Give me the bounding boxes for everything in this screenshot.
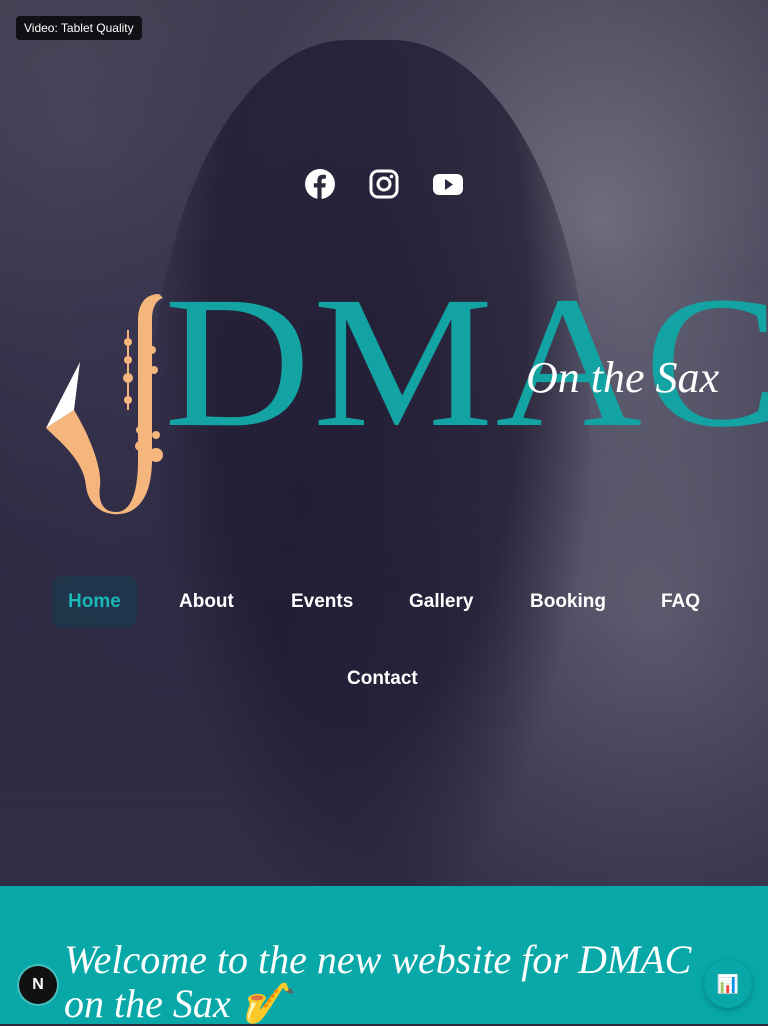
welcome-section: Welcome to the new website for DMAC on t… [0,886,768,1026]
nav-item-contact[interactable]: Contact [331,653,434,705]
logo-subtitle: On the Sax [526,353,720,402]
video-quality-badge: Video: Tablet Quality [16,16,142,40]
saxophone-icon [46,294,163,515]
nav-item-events[interactable]: Events [275,576,369,628]
next-dev-badge[interactable]: N [19,966,57,1004]
nav-item-faq[interactable]: FAQ [645,576,716,628]
social-links [0,168,768,200]
hero-background: Video: Tablet Quality DMAC On the Sax Ho… [0,0,768,886]
facebook-icon[interactable] [304,168,336,200]
nav-item-about[interactable]: About [163,576,250,628]
nav-item-home[interactable]: Home [52,576,137,628]
nav-item-booking[interactable]: Booking [514,576,622,628]
chart-icon[interactable]: 📊 [704,960,752,1008]
nav-item-gallery[interactable]: Gallery [393,576,489,628]
youtube-icon[interactable] [432,168,464,200]
instagram-icon[interactable] [368,168,400,200]
welcome-heading: Welcome to the new website for DMAC on t… [64,937,692,1026]
dmac-logo: DMAC On the Sax [44,268,768,516]
